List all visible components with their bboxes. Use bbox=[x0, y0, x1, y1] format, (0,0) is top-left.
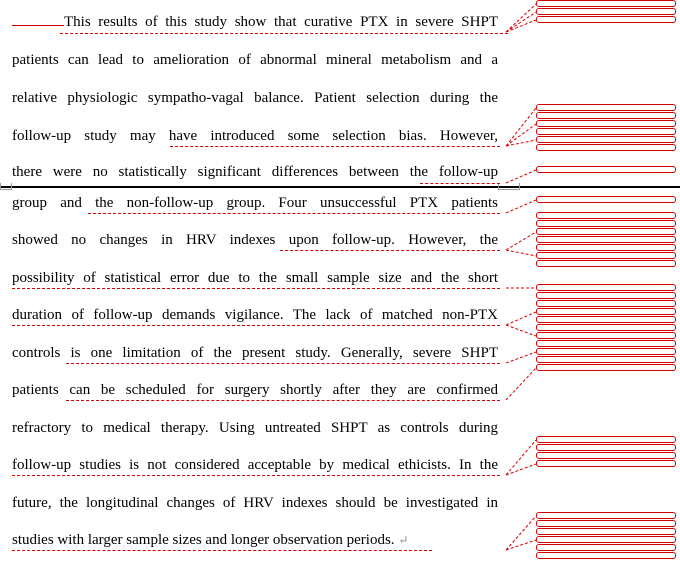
document-page[interactable]: This results of this study show that cur… bbox=[0, 0, 680, 562]
balloon-leader-lines bbox=[505, 3, 537, 551]
